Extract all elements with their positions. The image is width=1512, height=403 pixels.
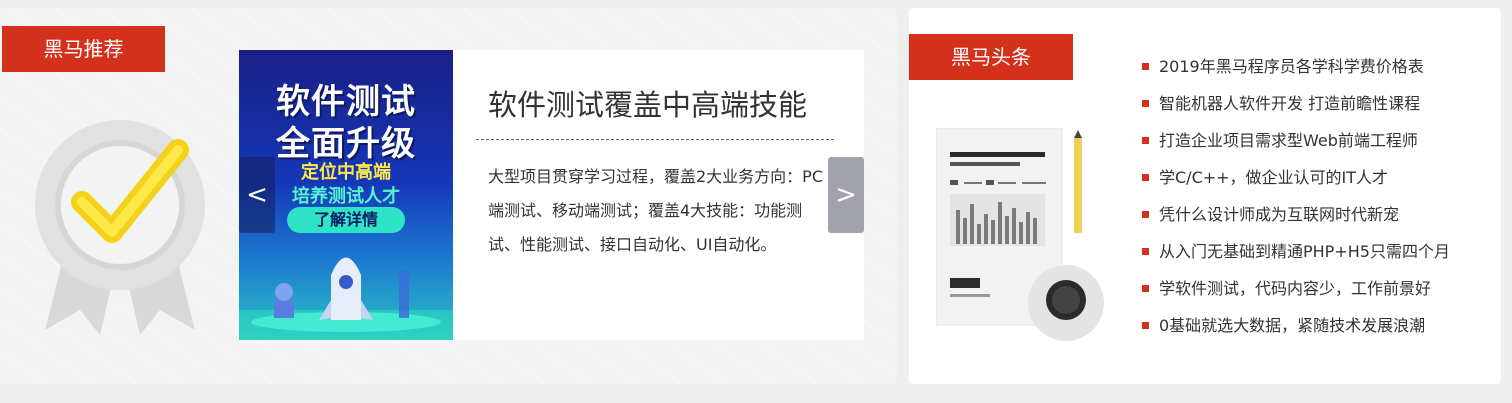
news-item-title[interactable]: 智能机器人软件开发 打造前瞻性课程	[1159, 94, 1420, 113]
carousel-description: 大型项目贯穿学习过程，覆盖2大业务方向：PC端测试、移动端测试；覆盖4大技能：功…	[488, 167, 824, 254]
carousel-headline[interactable]: 软件测试覆盖中高端技能	[488, 82, 807, 124]
news-item[interactable]: 打造企业项目需求型Web前端工程师	[1142, 122, 1450, 159]
headline-divider	[476, 139, 834, 140]
rocket-illustration-icon	[239, 257, 453, 340]
bullet-icon	[1142, 322, 1149, 329]
bullet-icon	[1142, 63, 1149, 70]
bullet-icon	[1142, 137, 1149, 144]
carousel-prev-button[interactable]: <	[239, 157, 275, 233]
bullet-icon	[1142, 100, 1149, 107]
bullet-icon	[1142, 285, 1149, 292]
learn-more-button[interactable]: 了解详情	[287, 207, 405, 233]
news-list: 2019年黑马程序员各学科学费价格表 智能机器人软件开发 打造前瞻性课程 打造企…	[1142, 48, 1450, 344]
carousel-card: 软件测试 全面升级 定位中高端 培养测试人才 了解详情 软件测试覆盖中高端技能 …	[239, 50, 864, 340]
news-item-title[interactable]: 学C/C++，做企业认可的IT人才	[1159, 168, 1388, 187]
news-item-title[interactable]: 凭什么设计师成为互联网时代新宠	[1159, 205, 1399, 224]
pencil-icon	[1074, 130, 1082, 233]
news-item[interactable]: 学软件测试，代码内容少，工作前景好	[1142, 270, 1450, 307]
bullet-icon	[1142, 248, 1149, 255]
news-item[interactable]: 智能机器人软件开发 打造前瞻性课程	[1142, 85, 1450, 122]
news-item[interactable]: 0基础就选大数据，紧随技术发展浪潮	[1142, 307, 1450, 344]
document-magnifier-icon	[936, 128, 1104, 341]
news-item[interactable]: 从入门无基础到精通PHP+H5只需四个月	[1142, 233, 1450, 270]
news-item[interactable]: 2019年黑马程序员各学科学费价格表	[1142, 48, 1450, 85]
news-item-title[interactable]: 从入门无基础到精通PHP+H5只需四个月	[1159, 242, 1450, 261]
headlines-tag: 黑马头条	[909, 34, 1073, 80]
bullet-icon	[1142, 211, 1149, 218]
news-item-title[interactable]: 学软件测试，代码内容少，工作前景好	[1159, 279, 1431, 298]
bullet-icon	[1142, 174, 1149, 181]
carousel-next-button[interactable]: >	[828, 157, 864, 233]
news-item-title[interactable]: 0基础就选大数据，紧随技术发展浪潮	[1159, 316, 1425, 335]
news-item-title[interactable]: 打造企业项目需求型Web前端工程师	[1159, 131, 1418, 150]
news-item[interactable]: 凭什么设计师成为互联网时代新宠	[1142, 196, 1450, 233]
news-item-title[interactable]: 2019年黑马程序员各学科学费价格表	[1159, 57, 1424, 76]
checkmark-badge-icon	[35, 120, 205, 335]
recommend-tag: 黑马推荐	[2, 26, 165, 72]
news-item[interactable]: 学C/C++，做企业认可的IT人才	[1142, 159, 1450, 196]
